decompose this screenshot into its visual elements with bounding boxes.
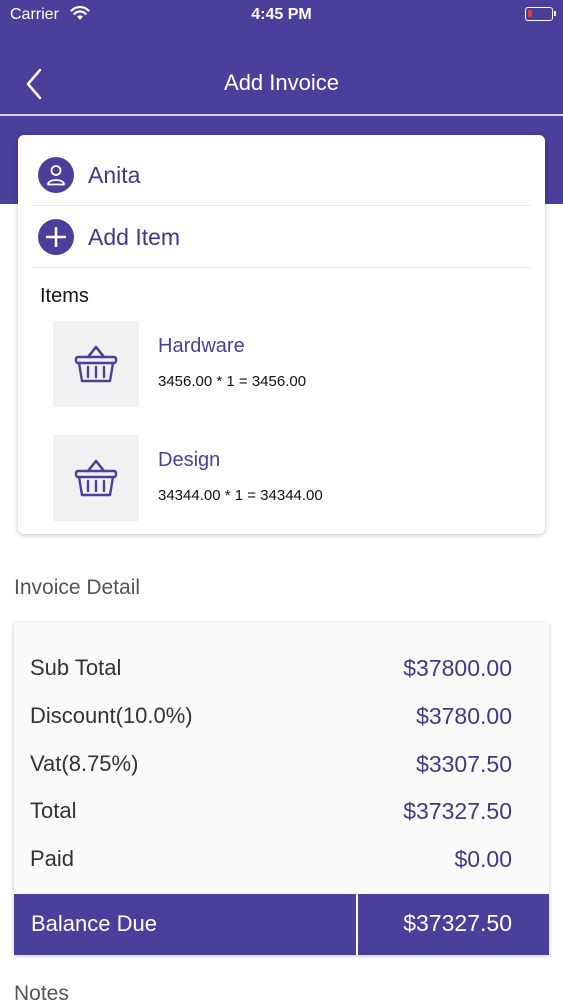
detail-label: Discount(10.0%) [30,703,193,728]
divider [32,267,530,268]
items-heading: Items [40,285,89,307]
user-icon [38,157,74,193]
status-time: 4:45 PM [251,6,312,23]
customer-row[interactable]: Anita [38,155,140,195]
item-calculation: 34344.00 * 1 = 34344.00 [158,487,323,504]
divider [32,205,530,206]
item-calculation: 3456.00 * 1 = 3456.00 [158,373,307,390]
detail-row-discount: Discount(10.0%) $3780.00 [30,703,512,733]
item-name: Hardware [158,335,245,357]
list-item[interactable]: Design 34344.00 * 1 = 34344.00 [53,435,523,521]
detail-label: Total [30,798,77,823]
detail-row-total: Total $37327.50 [30,798,512,828]
detail-row-subtotal: Sub Total $37800.00 [30,655,512,685]
notes-title: Notes [14,982,69,1005]
detail-value: $0.00 [454,846,512,872]
plus-icon [38,219,74,255]
detail-value: $3307.50 [416,751,512,777]
status-bar: Carrier 4:45 PM [0,0,563,30]
list-item[interactable]: Hardware 3456.00 * 1 = 3456.00 [53,321,523,407]
invoice-detail-title: Invoice Detail [14,576,141,599]
add-item-label: Add Item [88,223,181,250]
invoice-card: Anita Add Item Items Hardware 3456.00 * … [18,135,545,534]
balance-divider [356,894,358,955]
nav-divider [0,114,563,116]
page-title: Add Invoice [224,70,339,95]
detail-label: Vat(8.75%) [30,751,139,776]
detail-value: $37327.50 [403,798,512,824]
balance-due-value: $37327.50 [403,910,512,936]
detail-label: Paid [30,846,75,871]
detail-row-paid: Paid $0.00 [30,846,512,876]
basket-icon [53,321,139,407]
balance-due-bar: Balance Due $37327.50 [14,894,549,955]
detail-value: $37800.00 [403,655,512,681]
invoice-detail-card: Sub Total $37800.00 Discount(10.0%) $378… [14,623,549,955]
detail-row-vat: Vat(8.75%) $3307.50 [30,751,512,781]
basket-icon [53,435,139,521]
item-name: Design [158,449,221,471]
battery-icon [525,7,556,21]
customer-name: Anita [88,161,141,188]
detail-label: Sub Total [30,655,122,680]
detail-value: $3780.00 [416,703,512,729]
balance-due-label: Balance Due [31,911,157,936]
add-item-button[interactable]: Add Item [38,217,180,257]
